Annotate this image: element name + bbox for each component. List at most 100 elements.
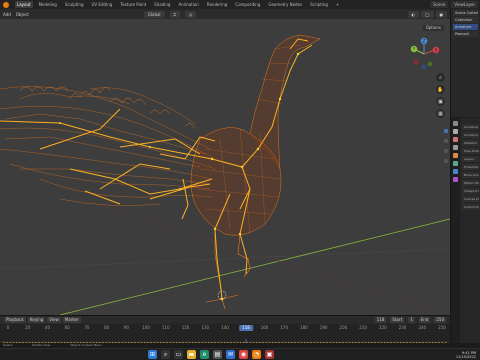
mail-icon[interactable]: ✉	[226, 350, 235, 359]
tab-geometry-nodes[interactable]: Geometry Nodes	[266, 1, 304, 8]
frame-tick-label: 100	[142, 325, 150, 330]
properties-row[interactable]: Viewport Display	[462, 188, 479, 194]
object-menu[interactable]: Object	[16, 12, 29, 17]
chrome-icon[interactable]: ◉	[239, 350, 248, 359]
output-icon[interactable]	[453, 137, 458, 142]
playhead-frame-badge[interactable]: 118	[239, 325, 253, 331]
shading-wire-button[interactable]: ◯	[421, 10, 434, 18]
top-menu-bar: Layout Modeling Sculpting UV Editing Texture…	[0, 0, 480, 9]
frame-tick-label: 180	[300, 325, 308, 330]
properties-row[interactable]: Armature	[462, 132, 479, 138]
blender-icon[interactable]: ◔	[252, 350, 261, 359]
y-axis-line	[59, 218, 450, 315]
properties-row[interactable]: Layers	[462, 156, 479, 162]
transform-orientation-dropdown[interactable]: Global	[143, 10, 165, 18]
windows-icon[interactable]: ⊞	[148, 350, 157, 359]
snap-toggle[interactable]: ⌗	[169, 10, 180, 18]
properties-row[interactable]: Skeleton	[462, 140, 479, 146]
system-tray[interactable]: 9:41 PM 11/19/2022	[456, 351, 476, 359]
start-frame-field[interactable]: 1	[408, 317, 415, 323]
proportional-toggle[interactable]: ◎	[184, 10, 197, 18]
add-menu[interactable]: Add	[3, 12, 11, 17]
edge-icon[interactable]: e	[200, 350, 209, 359]
view-menu[interactable]: View	[47, 317, 61, 323]
properties-row[interactable]: Protected Layers	[462, 164, 479, 170]
photos-icon[interactable]: ▣	[265, 350, 274, 359]
tab-texture-paint[interactable]: Texture Paint	[118, 1, 148, 8]
shading-solid-button[interactable]: ●	[435, 10, 447, 18]
render-icon[interactable]	[453, 129, 458, 134]
grid-icon[interactable]: ▦	[436, 109, 445, 118]
tab-sculpting[interactable]: Sculpting	[63, 1, 86, 8]
frame-tick-label: 20	[25, 325, 31, 330]
frame-tick-label: 140	[221, 325, 229, 330]
tab-rendering[interactable]: Rendering	[205, 1, 229, 8]
viewport-header: Add Object Global ⌗ ◎ ◐ ◯ ●	[0, 9, 450, 19]
current-frame-field[interactable]: 118	[374, 317, 387, 323]
options-dropdown[interactable]: Options	[422, 25, 444, 31]
frame-tick-label: 40	[44, 325, 50, 330]
properties-row[interactable]: Inverse Kinematics	[462, 196, 479, 202]
svg-text:Z: Z	[423, 39, 426, 44]
tab-modeling[interactable]: Modeling	[37, 1, 59, 8]
scene-selector: Scene ViewLayer	[430, 1, 478, 8]
armature-data-icon[interactable]	[453, 161, 458, 166]
outliner-row[interactable]: Peacock	[453, 31, 478, 37]
explorer-icon[interactable]: ▬	[187, 350, 196, 359]
camera-icon[interactable]: ▣	[436, 97, 445, 106]
outliner-row[interactable]: Scene Collection	[453, 10, 478, 16]
outliner-row[interactable]: Armature	[453, 24, 478, 30]
playback-menu[interactable]: Playback	[4, 317, 26, 323]
end-frame-label: End	[418, 317, 431, 323]
outliner-row[interactable]: Collection	[453, 17, 478, 23]
bone-icon[interactable]	[453, 169, 458, 174]
3d-viewport[interactable]: Z X Y Options ⌕ ✋ ▣ ▦	[0, 19, 450, 315]
frame-tick-label: 60	[64, 325, 70, 330]
search-icon[interactable]: ⌕	[161, 350, 170, 359]
tab-scripting[interactable]: Scripting	[308, 1, 330, 8]
marker-menu[interactable]: Marker	[62, 317, 81, 323]
tab-uv-editing[interactable]: UV Editing	[90, 1, 115, 8]
tab--[interactable]: +	[334, 1, 341, 8]
frame-tick-label: 250	[438, 325, 446, 330]
tool-icon[interactable]	[453, 121, 458, 126]
end-frame-field[interactable]: 250	[434, 317, 446, 323]
properties-row[interactable]: Pose Position	[462, 148, 479, 154]
keyframe-strip[interactable]	[0, 333, 450, 348]
tray-date: 11/19/2022	[455, 355, 476, 359]
overlay-toggle[interactable]: ◐	[407, 10, 420, 18]
timeline-editor: Playback Keying View Marker 118 Start 1 …	[0, 315, 450, 348]
store-icon[interactable]: ▤	[213, 350, 222, 359]
constraint-icon[interactable]	[453, 177, 458, 182]
scene-field[interactable]: Scene	[430, 1, 449, 8]
tab-compositing[interactable]: Compositing	[233, 1, 262, 8]
tab-animation[interactable]: Animation	[176, 1, 200, 8]
sidebar-tab-strip[interactable]	[444, 129, 448, 259]
tab-layout[interactable]: Layout	[15, 1, 33, 8]
properties-row[interactable]: Bone Groups	[462, 172, 479, 178]
magnify-icon[interactable]: ⌕	[436, 73, 445, 82]
start-frame-label: Start	[390, 317, 405, 323]
frame-ruler[interactable]: 0204060708090100110120130140150160170180…	[0, 324, 450, 332]
frame-tick-label: 200	[339, 325, 348, 330]
navigation-gizmo[interactable]: Z X Y	[408, 37, 440, 71]
object-icon[interactable]	[453, 153, 458, 158]
scene-icon[interactable]	[453, 145, 458, 150]
frame-tick-label: 170	[280, 325, 288, 330]
frame-tick-label: 210	[359, 325, 367, 330]
frame-tick-label: 220	[378, 325, 387, 330]
taskbar-apps: ⊞ ⌕ ▭ ▬ e ▤ ✉ ◉ ◔ ▣	[148, 350, 274, 359]
hand-icon[interactable]: ✋	[436, 85, 445, 94]
peacock-wireframe-scene	[0, 34, 450, 315]
tab-shading[interactable]: Shading	[152, 1, 172, 8]
svg-text:Y: Y	[412, 47, 416, 52]
view-layer-field[interactable]: ViewLayer	[451, 1, 478, 8]
keying-menu[interactable]: Keying	[27, 317, 46, 323]
properties-row[interactable]: Armature	[462, 124, 479, 130]
blender-logo-icon[interactable]	[3, 1, 9, 8]
properties-row[interactable]: Motion Paths	[462, 180, 479, 186]
taskview-icon[interactable]: ▭	[174, 350, 183, 359]
frame-tick-label: 120	[181, 325, 190, 330]
properties-row[interactable]: Custom Properties	[462, 204, 479, 210]
svg-text:X: X	[435, 48, 438, 53]
